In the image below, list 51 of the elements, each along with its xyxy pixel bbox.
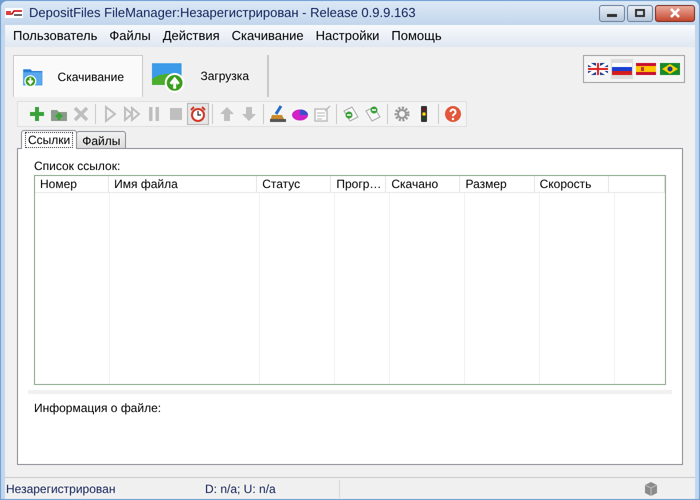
- column-header[interactable]: Номер: [35, 176, 110, 192]
- minimize-icon: [607, 14, 617, 17]
- close-button[interactable]: [655, 4, 695, 22]
- column-header[interactable]: Статус: [257, 176, 332, 192]
- flag-icon: [660, 63, 680, 75]
- alarm-clock-icon: [189, 105, 207, 123]
- plus-icon: [28, 105, 46, 123]
- mode-tab[interactable]: Скачивание: [13, 55, 143, 97]
- settings-icon: [393, 105, 411, 123]
- column-header[interactable]: Скорость: [534, 176, 609, 192]
- menu-item[interactable]: Действия: [156, 26, 226, 46]
- column-header[interactable]: Имя файла: [109, 176, 258, 192]
- mode-tab[interactable]: Загрузка: [143, 55, 268, 97]
- broom-icon: [269, 105, 287, 123]
- maximize-icon: [635, 9, 645, 17]
- close-icon: [72, 105, 90, 123]
- window-title: DepositFiles FileManager:Незарегистрирован - Release 0.9.9.163: [29, 4, 416, 22]
- down-arrow-icon: [240, 105, 258, 123]
- column-header[interactable]: Размер: [460, 176, 535, 192]
- help-icon: [444, 105, 462, 123]
- flag-icon: [588, 63, 608, 75]
- help-button[interactable]: [442, 103, 464, 125]
- fast-forward-icon: [123, 105, 141, 123]
- menu-item[interactable]: Настройки: [310, 26, 386, 46]
- package-icon: [643, 480, 659, 496]
- up-arrow-icon: [218, 105, 236, 123]
- menu-item[interactable]: Файлы: [103, 26, 157, 46]
- menu-item[interactable]: Скачивание: [226, 26, 310, 46]
- menu-item[interactable]: Пользователь: [7, 26, 104, 46]
- app-icon: [5, 8, 23, 18]
- file-info-label: Информация о файле:: [34, 400, 162, 417]
- links-label: Список ссылок:: [34, 158, 122, 173]
- column-header[interactable]: Прогр…: [331, 176, 386, 192]
- menu-item[interactable]: Помощь: [385, 26, 448, 46]
- minimize-button[interactable]: [599, 4, 625, 22]
- tag-icon: [342, 105, 360, 123]
- column-header[interactable]: Скачано: [386, 176, 460, 192]
- close-icon: [669, 8, 681, 18]
- alarm-clock-button[interactable]: [187, 103, 209, 125]
- stop-icon: [167, 105, 185, 123]
- tab[interactable]: Файлы: [76, 131, 126, 148]
- traffic-status: D: n/a; U: n/a: [205, 480, 340, 498]
- flag-icon: [612, 63, 632, 75]
- flag-icon: [636, 63, 656, 75]
- tab[interactable]: Ссылки: [21, 130, 78, 149]
- flag-button[interactable]: [611, 59, 633, 79]
- status-text: Незарегистрирован: [5, 480, 116, 498]
- maximize-button[interactable]: [627, 4, 653, 22]
- broom-button[interactable]: [267, 103, 289, 125]
- tag-icon: [364, 105, 382, 123]
- notepad-icon: [313, 105, 331, 123]
